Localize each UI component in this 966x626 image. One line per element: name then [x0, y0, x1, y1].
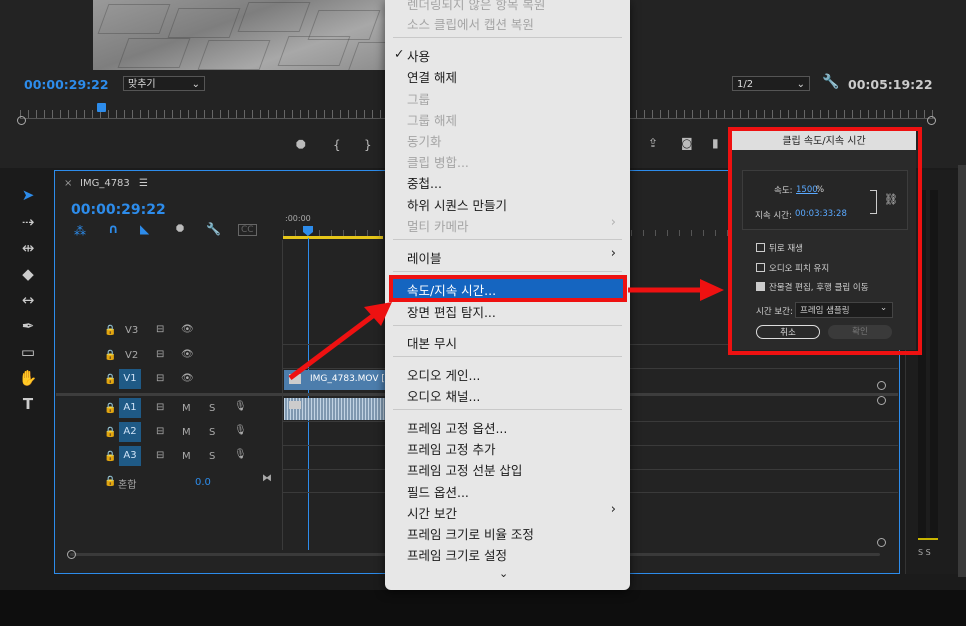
- annotation-arrows: [288, 279, 724, 380]
- arrowhead-dialog: [700, 279, 724, 301]
- arrow-clip-to-menu: [288, 310, 380, 380]
